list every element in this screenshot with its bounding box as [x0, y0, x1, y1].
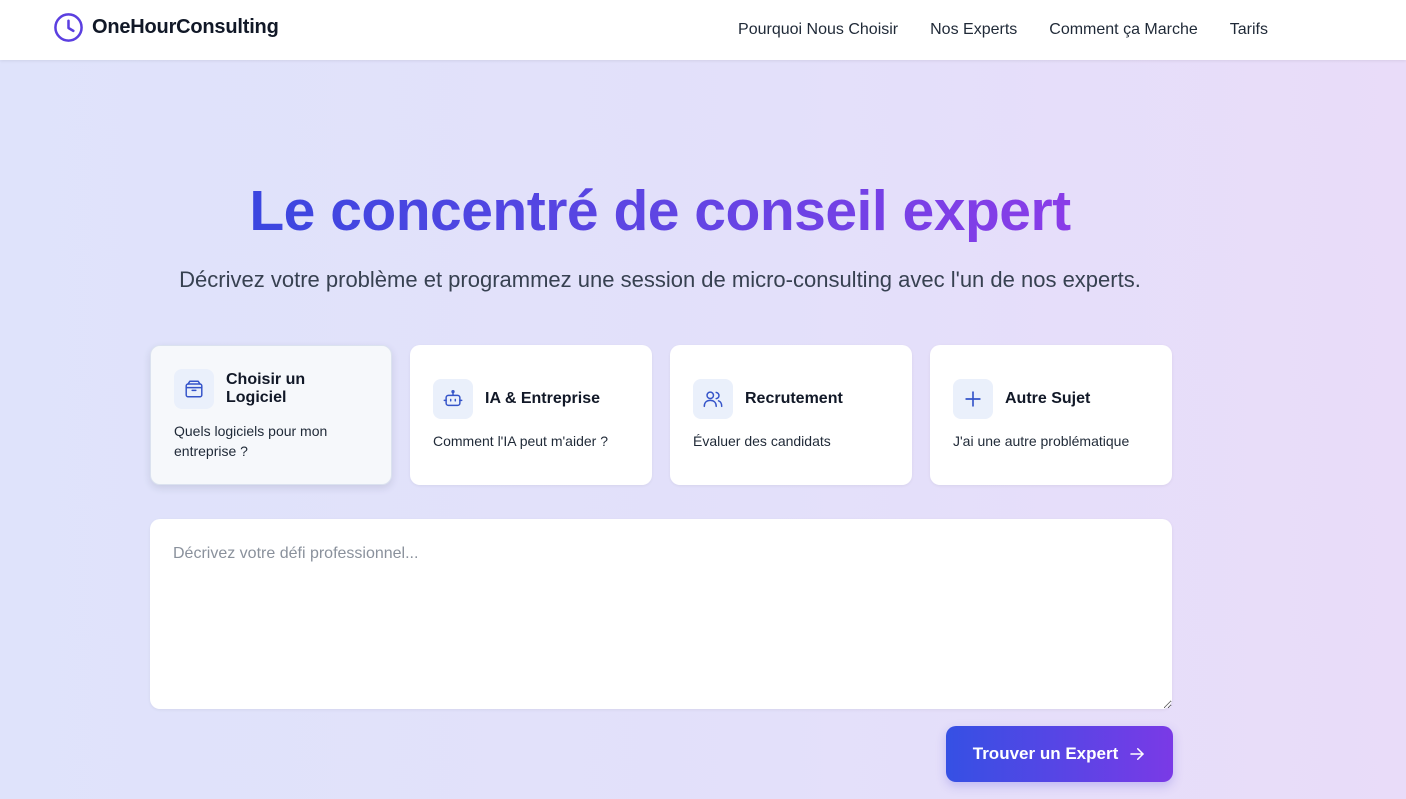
clock-icon	[54, 13, 83, 42]
nav-link-experts[interactable]: Nos Experts	[930, 21, 1017, 39]
nav-link-pourquoi[interactable]: Pourquoi Nous Choisir	[738, 21, 898, 39]
topic-card-ia[interactable]: IA & Entreprise Comment l'IA peut m'aide…	[410, 345, 652, 485]
topic-card-title: Autre Sujet	[1005, 390, 1091, 407]
plus-icon	[965, 391, 981, 407]
challenge-textarea-wrap	[150, 519, 1172, 709]
topic-cards: Choisir un Logiciel Quels logiciels pour…	[150, 345, 1190, 485]
nav-link-tarifs[interactable]: Tarifs	[1230, 21, 1268, 39]
nav-links: Pourquoi Nous Choisir Nos Experts Commen…	[706, 0, 1268, 60]
topic-card-header: Recrutement	[693, 379, 889, 419]
topic-card-autre[interactable]: Autre Sujet J'ai une autre problématique	[930, 345, 1172, 485]
hero-title: Le concentré de conseil expert	[0, 178, 1320, 244]
topic-card-title: Recrutement	[745, 390, 843, 407]
topic-card-header: Autre Sujet	[953, 379, 1149, 419]
topic-card-description: J'ai une autre problématique	[953, 433, 1130, 449]
topic-card-header: Choisir un Logiciel	[174, 369, 368, 409]
arrow-right-icon	[1130, 748, 1144, 760]
topic-card-description: Évaluer des candidats	[693, 433, 831, 449]
topic-card-header: IA & Entreprise	[433, 379, 629, 419]
topic-icon-wrap	[174, 369, 214, 409]
hero-title-text: Le concentré de conseil expert	[249, 179, 1071, 243]
challenge-textarea[interactable]	[150, 519, 1172, 709]
topic-icon-wrap	[693, 379, 733, 419]
topic-icon-wrap	[433, 379, 473, 419]
topic-icon-wrap	[953, 379, 993, 419]
find-expert-label: Trouver un Expert	[972, 744, 1119, 763]
brand-name: OneHourConsulting	[92, 16, 279, 38]
topic-card-title: IA & Entreprise	[485, 390, 600, 407]
topic-card-logiciel[interactable]: Choisir un Logiciel Quels logiciels pour…	[150, 345, 392, 485]
users-icon	[703, 391, 723, 408]
top-navbar: OneHourConsulting Pourquoi Nous Choisir …	[0, 0, 1406, 60]
topic-card-recrutement[interactable]: Recrutement Évaluer des candidats	[670, 345, 912, 485]
brand-logo-link[interactable]: OneHourConsulting	[53, 12, 279, 43]
hero-subtitle: Décrivez votre problème et programmez un…	[179, 267, 1141, 292]
topic-card-title: Choisir un Logiciel	[226, 371, 306, 406]
topic-card-description: Quels logiciels pour mon entreprise ?	[174, 423, 328, 459]
robot-icon	[443, 390, 463, 407]
find-expert-button[interactable]: Trouver un Expert	[946, 726, 1173, 782]
box-icon	[185, 380, 203, 398]
topic-card-description: Comment l'IA peut m'aider ?	[433, 433, 608, 449]
nav-link-comment[interactable]: Comment ça Marche	[1049, 21, 1198, 39]
